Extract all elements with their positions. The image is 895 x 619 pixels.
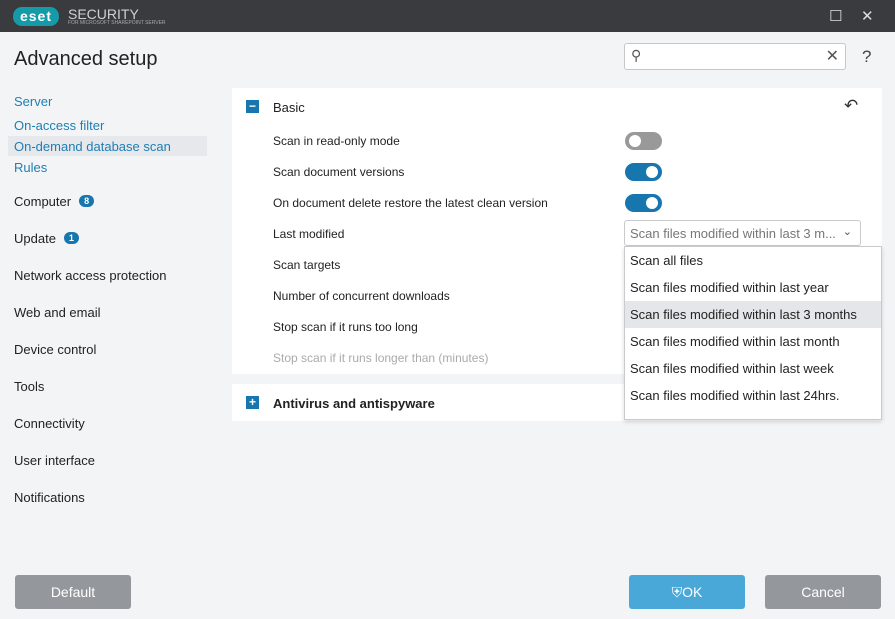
eset-logo: eset (13, 7, 59, 26)
count-badge: 8 (79, 195, 94, 207)
last-modified-dropdown: Scan all files Scan files modified withi… (624, 246, 882, 420)
sidebar-item-connectivity[interactable]: Connectivity (14, 416, 85, 431)
setting-label: Scan in read-only mode (273, 134, 400, 148)
brand-subtitle: FOR MICROSOFT SHAREPOINT SERVER (68, 20, 166, 26)
sidebar-item-tools[interactable]: Tools (14, 379, 44, 394)
setting-label: Last modified (273, 227, 344, 241)
ok-button[interactable]: ⛨OK (629, 575, 745, 609)
read-only-toggle[interactable] (625, 132, 662, 150)
document-versions-toggle[interactable] (625, 163, 662, 181)
sidebar-item-label: Update (14, 231, 56, 246)
dropdown-option[interactable]: Scan files modified within last year (625, 274, 881, 301)
last-modified-select[interactable]: Scan files modified within last 3 m... ⌄ (624, 220, 861, 246)
setting-label: Stop scan if it runs longer than (minute… (273, 351, 488, 365)
select-value: Scan files modified within last 3 m... (630, 226, 836, 241)
maximize-button[interactable]: ☐ (829, 7, 842, 25)
dropdown-option[interactable]: Scan files modified within last week (625, 355, 881, 382)
dropdown-option[interactable]: Scan files modified within last month (625, 328, 881, 355)
restore-clean-version-toggle[interactable] (625, 194, 662, 212)
sidebar-item-update[interactable]: Update 1 (14, 231, 79, 246)
sidebar-item-device-control[interactable]: Device control (14, 342, 96, 357)
sidebar-item-on-demand-database-scan[interactable]: On-demand database scan (14, 139, 171, 154)
count-badge: 1 (64, 232, 79, 244)
revert-icon[interactable]: ↶ (844, 96, 858, 116)
setting-label: On document delete restore the latest cl… (273, 196, 548, 210)
sidebar-item-user-interface[interactable]: User interface (14, 453, 95, 468)
sidebar-item-network-access-protection[interactable]: Network access protection (14, 268, 166, 283)
cancel-button[interactable]: Cancel (765, 575, 881, 609)
default-button[interactable]: Default (15, 575, 131, 609)
setting-label: Scan document versions (273, 165, 404, 179)
sidebar-item-server[interactable]: Server (14, 94, 52, 109)
sidebar-item-label: Computer (14, 194, 71, 209)
setting-label: Scan targets (273, 258, 340, 272)
sidebar-item-web-and-email[interactable]: Web and email (14, 305, 100, 320)
expand-icon[interactable]: + (246, 396, 259, 409)
section-title[interactable]: Antivirus and antispyware (273, 396, 435, 411)
setting-label: Stop scan if it runs too long (273, 320, 418, 334)
search-input[interactable]: ⚲ ✕ (624, 43, 846, 70)
section-title[interactable]: Basic (273, 100, 305, 115)
sidebar-item-on-access-filter[interactable]: On-access filter (14, 118, 104, 133)
setting-label: Number of concurrent downloads (273, 289, 450, 303)
shield-icon: ⛨ (672, 584, 683, 600)
ok-label: OK (682, 584, 702, 600)
clear-search-icon[interactable]: ✕ (826, 46, 839, 66)
sidebar-item-rules[interactable]: Rules (14, 160, 47, 175)
chevron-down-icon: ⌄ (843, 225, 852, 238)
help-button[interactable]: ? (862, 47, 871, 67)
title-bar: eset SECURITYFOR MICROSOFT SHAREPOINT SE… (0, 0, 895, 32)
dropdown-option-selected[interactable]: Scan files modified within last 3 months (625, 301, 881, 328)
brand: SECURITYFOR MICROSOFT SHAREPOINT SERVER (68, 6, 166, 26)
close-button[interactable]: ✕ (861, 7, 874, 25)
dropdown-option[interactable]: Scan all files (625, 247, 881, 274)
page-title: Advanced setup (14, 48, 157, 71)
search-icon: ⚲ (631, 47, 641, 64)
sidebar-item-notifications[interactable]: Notifications (14, 490, 85, 505)
sidebar-item-computer[interactable]: Computer 8 (14, 194, 94, 209)
collapse-icon[interactable]: − (246, 100, 259, 113)
dropdown-option[interactable]: Scan files modified within last 24hrs. (625, 382, 881, 409)
